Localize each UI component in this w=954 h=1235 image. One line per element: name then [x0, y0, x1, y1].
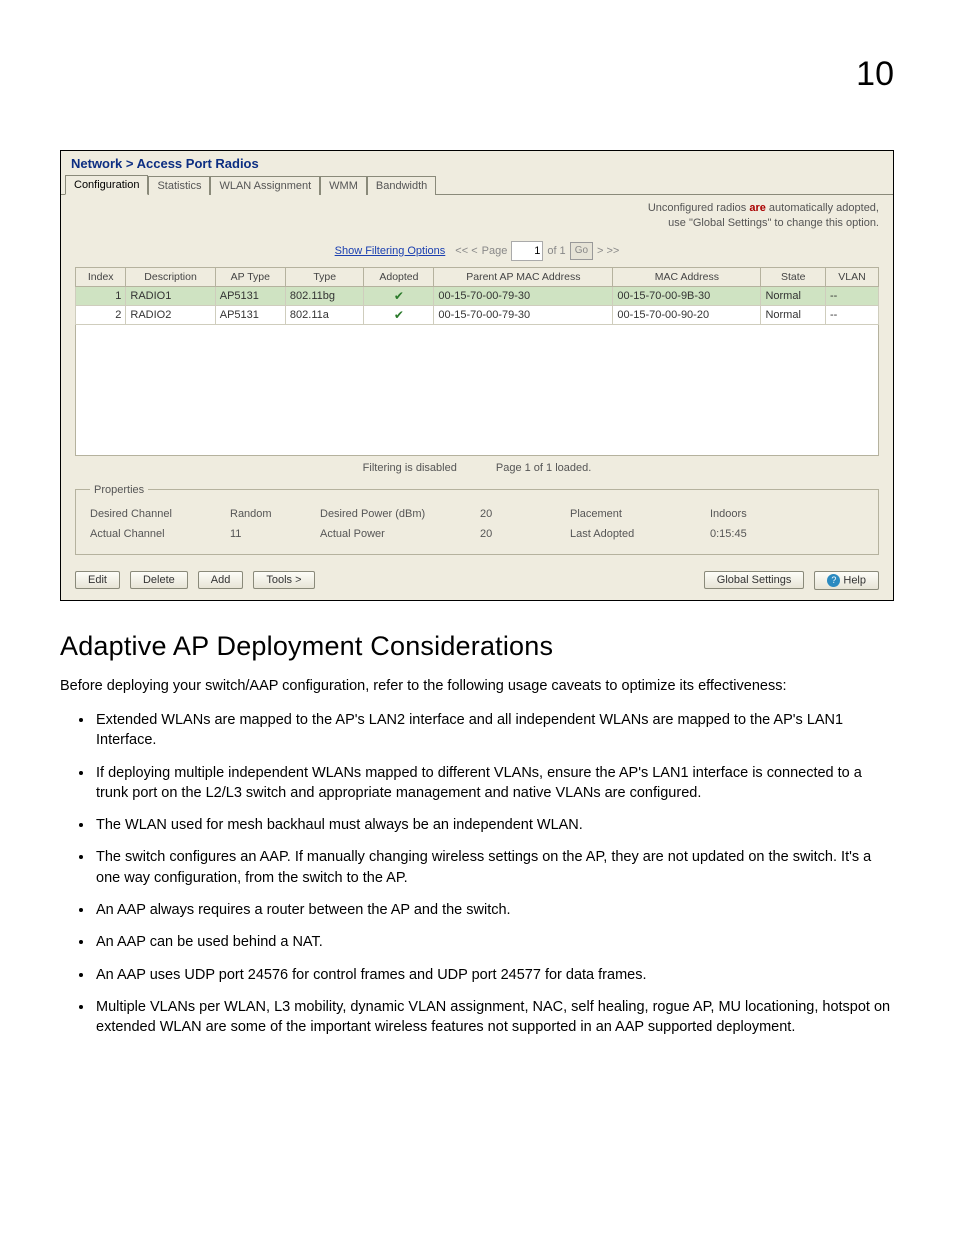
screenshot-panel: Network > Access Port Radios Configurati… [60, 150, 894, 601]
cell-parent: 00-15-70-00-79-30 [434, 305, 613, 324]
col-index[interactable]: Index [76, 267, 126, 286]
page-status: Page 1 of 1 loaded. [496, 462, 591, 474]
list-item: An AAP always requires a router between … [94, 900, 894, 920]
list-item: Extended WLANs are mapped to the AP's LA… [94, 710, 894, 751]
check-icon: ✔ [394, 308, 404, 322]
table-row[interactable]: 2 RADIO2 AP5131 802.11a ✔ 00-15-70-00-79… [76, 305, 879, 324]
list-item: The switch configures an AAP. If manuall… [94, 847, 894, 888]
list-item: Multiple VLANs per WLAN, L3 mobility, dy… [94, 997, 894, 1038]
last-adopted-value: 0:15:45 [710, 528, 800, 540]
col-type[interactable]: Type [285, 267, 364, 286]
table-status: Filtering is disabled Page 1 of 1 loaded… [61, 456, 893, 484]
notice-text: Unconfigured radios are automatically ad… [61, 195, 893, 239]
pager-of: of 1 [547, 245, 565, 257]
cell-mac: 00-15-70-00-90-20 [613, 305, 761, 324]
pager-page-label: Page [482, 245, 508, 257]
help-button[interactable]: ?Help [814, 571, 879, 590]
last-adopted-label: Last Adopted [570, 528, 710, 540]
chapter-number: 10 [856, 55, 894, 94]
notice-post: automatically adopted, [766, 202, 879, 214]
cell-type: 802.11a [285, 305, 364, 324]
caveats-list: Extended WLANs are mapped to the AP's LA… [60, 710, 894, 1038]
show-filtering-link[interactable]: Show Filtering Options [335, 245, 446, 257]
table-row[interactable]: 1 RADIO1 AP5131 802.11bg ✔ 00-15-70-00-7… [76, 286, 879, 305]
breadcrumb: Network > Access Port Radios [61, 151, 893, 175]
pager-go-button[interactable]: Go [570, 242, 593, 260]
tab-bar: Configuration Statistics WLAN Assignment… [61, 175, 893, 195]
list-item: If deploying multiple independent WLANs … [94, 763, 894, 804]
desired-channel-label: Desired Channel [90, 508, 230, 520]
cell-adopted: ✔ [364, 305, 434, 324]
help-label: Help [843, 574, 866, 586]
notice-pre: Unconfigured radios [648, 202, 750, 214]
col-parent-mac[interactable]: Parent AP MAC Address [434, 267, 613, 286]
col-adopted[interactable]: Adopted [364, 267, 434, 286]
col-ap-type[interactable]: AP Type [215, 267, 285, 286]
col-description[interactable]: Description [126, 267, 215, 286]
delete-button[interactable]: Delete [130, 571, 188, 589]
cell-state: Normal [761, 286, 826, 305]
edit-button[interactable]: Edit [75, 571, 120, 589]
cell-aptype: AP5131 [215, 286, 285, 305]
cell-desc: RADIO2 [126, 305, 215, 324]
notice-are: are [749, 202, 766, 214]
tab-bandwidth[interactable]: Bandwidth [367, 176, 436, 195]
actual-power-label: Actual Power [320, 528, 480, 540]
pager-page-input[interactable] [511, 241, 543, 261]
cell-vlan: -- [826, 286, 879, 305]
placement-label: Placement [570, 508, 710, 520]
section-heading: Adaptive AP Deployment Considerations [60, 631, 894, 662]
tab-wmm[interactable]: WMM [320, 176, 367, 195]
cell-index: 1 [76, 286, 126, 305]
col-mac[interactable]: MAC Address [613, 267, 761, 286]
pager-prev[interactable]: << < [455, 245, 477, 257]
pager: << < Page of 1 Go > >> [455, 241, 619, 261]
button-bar: Edit Delete Add Tools > Global Settings … [61, 565, 893, 600]
actual-channel-value: 11 [230, 528, 320, 540]
cell-mac: 00-15-70-00-9B-30 [613, 286, 761, 305]
properties-legend: Properties [90, 484, 148, 496]
add-button[interactable]: Add [198, 571, 244, 589]
actual-power-value: 20 [480, 528, 570, 540]
desired-power-value: 20 [480, 508, 570, 520]
filter-status: Filtering is disabled [363, 462, 457, 474]
col-vlan[interactable]: VLAN [826, 267, 879, 286]
tab-wlan-assignment[interactable]: WLAN Assignment [210, 176, 320, 195]
help-icon: ? [827, 574, 840, 587]
list-item: The WLAN used for mesh backhaul must alw… [94, 815, 894, 835]
actual-channel-label: Actual Channel [90, 528, 230, 540]
cell-desc: RADIO1 [126, 286, 215, 305]
notice-line2: use "Global Settings" to change this opt… [668, 217, 879, 229]
check-icon: ✔ [394, 289, 404, 303]
cell-index: 2 [76, 305, 126, 324]
list-item: An AAP uses UDP port 24576 for control f… [94, 965, 894, 985]
pager-next[interactable]: > >> [597, 245, 619, 257]
cell-type: 802.11bg [285, 286, 364, 305]
cell-adopted: ✔ [364, 286, 434, 305]
desired-power-label: Desired Power (dBm) [320, 508, 480, 520]
table-empty-area [75, 325, 879, 456]
tab-statistics[interactable]: Statistics [148, 176, 210, 195]
lead-paragraph: Before deploying your switch/AAP configu… [60, 676, 894, 696]
cell-state: Normal [761, 305, 826, 324]
tab-configuration[interactable]: Configuration [65, 175, 148, 195]
properties-group: Properties Desired Channel Random Desire… [75, 484, 879, 555]
placement-value: Indoors [710, 508, 800, 520]
tools-button[interactable]: Tools > [253, 571, 314, 589]
list-item: An AAP can be used behind a NAT. [94, 932, 894, 952]
global-settings-button[interactable]: Global Settings [704, 571, 805, 589]
cell-vlan: -- [826, 305, 879, 324]
desired-channel-value: Random [230, 508, 320, 520]
cell-parent: 00-15-70-00-79-30 [434, 286, 613, 305]
radios-table: Index Description AP Type Type Adopted P… [75, 267, 879, 325]
cell-aptype: AP5131 [215, 305, 285, 324]
col-state[interactable]: State [761, 267, 826, 286]
